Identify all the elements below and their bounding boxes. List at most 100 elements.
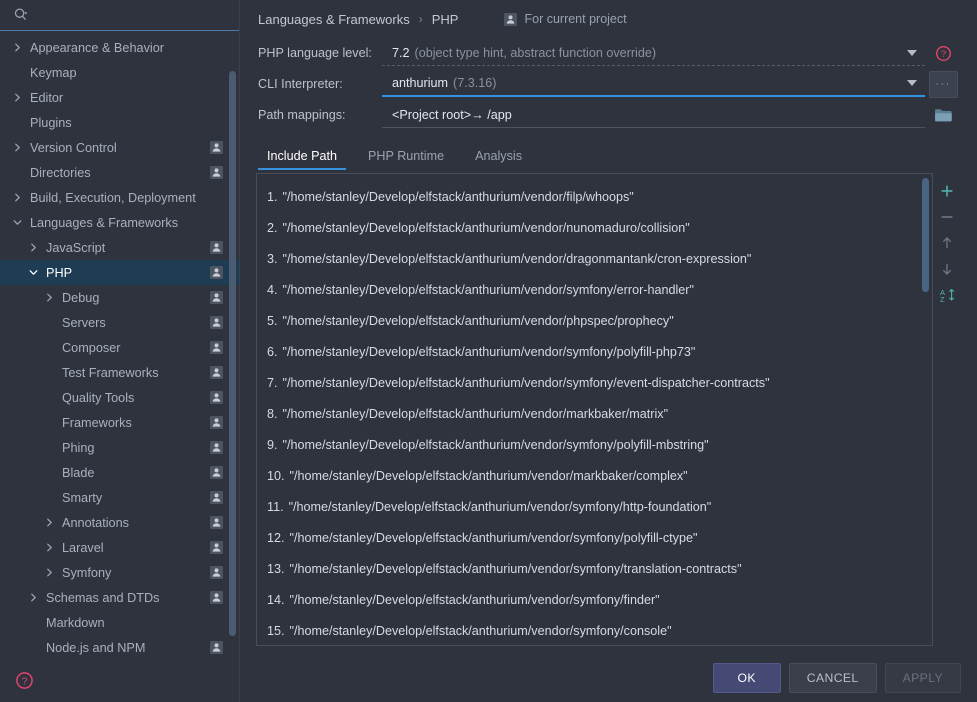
cancel-button[interactable]: CANCEL (788, 663, 877, 693)
sidebar-item-plugins[interactable]: Plugins (0, 110, 239, 135)
sidebar-item-label: PHP (46, 265, 73, 280)
include-path-item-index: 6. (267, 344, 278, 359)
tab-analysis[interactable]: Analysis (466, 149, 531, 170)
include-path-item[interactable]: 5. "/home/stanley/Develop/elfstack/anthur… (257, 305, 932, 336)
move-down-button[interactable] (935, 257, 959, 281)
folder-icon[interactable] (932, 105, 954, 125)
include-path-item[interactable]: 6. "/home/stanley/Develop/elfstack/anthur… (257, 336, 932, 367)
sidebar-item-smarty[interactable]: Smarty (0, 485, 239, 510)
chevron-right-icon[interactable] (26, 591, 40, 605)
sidebar-item-editor[interactable]: Editor (0, 85, 239, 110)
project-user-icon (504, 12, 518, 26)
settings-search-row[interactable] (0, 0, 239, 31)
include-path-item[interactable]: 13. "/home/stanley/Develop/elfstack/anthu… (257, 553, 932, 584)
include-path-item[interactable]: 3. "/home/stanley/Develop/elfstack/anthur… (257, 243, 932, 274)
include-path-scrollbar[interactable] (922, 178, 929, 641)
sidebar-item-annotations[interactable]: Annotations (0, 510, 239, 535)
sidebar-item-label: Symfony (62, 565, 112, 580)
include-path-item[interactable]: 2. "/home/stanley/Develop/elfstack/anthur… (257, 212, 932, 243)
sidebar-item-frameworks[interactable]: Frameworks (0, 410, 239, 435)
chevron-right-icon[interactable] (42, 541, 56, 555)
include-path-item[interactable]: 7. "/home/stanley/Develop/elfstack/anthur… (257, 367, 932, 398)
include-path-item[interactable]: 8. "/home/stanley/Develop/elfstack/anthur… (257, 398, 932, 429)
sidebar-item-javascript[interactable]: JavaScript (0, 235, 239, 260)
breadcrumb-root[interactable]: Languages & Frameworks (258, 12, 410, 27)
sidebar-scrollbar[interactable] (229, 67, 236, 658)
sidebar-item-symfony[interactable]: Symfony (0, 560, 239, 585)
cli-interpreter-select[interactable]: anthurium (7.3.16) (382, 71, 925, 97)
include-path-scrollbar-thumb[interactable] (922, 178, 929, 292)
settings-tree[interactable]: Appearance & Behavior Keymap Editor Plugins… (0, 31, 239, 658)
sidebar-item-composer[interactable]: Composer (0, 335, 239, 360)
sidebar-item-phing[interactable]: Phing (0, 435, 239, 460)
include-path-item[interactable]: 14. "/home/stanley/Develop/elfstack/anthu… (257, 584, 932, 615)
php-language-level-value: 7.2 (392, 45, 410, 60)
chevron-down-icon[interactable] (26, 266, 40, 280)
include-path-item[interactable]: 1. "/home/stanley/Develop/elfstack/anthur… (257, 181, 932, 212)
move-up-button[interactable] (935, 231, 959, 255)
sidebar-item-schemas-and-dtds[interactable]: Schemas and DTDs (0, 585, 239, 610)
remove-button[interactable] (935, 205, 959, 229)
chevron-down-icon[interactable] (10, 216, 24, 230)
sidebar-item-label: Languages & Frameworks (30, 215, 179, 230)
sidebar-scrollbar-thumb[interactable] (229, 71, 236, 636)
path-mappings-field[interactable]: <Project root>→ /app (382, 102, 925, 128)
sidebar-item-blade[interactable]: Blade (0, 460, 239, 485)
sidebar-item-label: Composer (62, 340, 121, 355)
tab-include-path[interactable]: Include Path (258, 149, 347, 170)
include-path-item[interactable]: 11. "/home/stanley/Develop/elfstack/anthu… (257, 491, 932, 522)
sidebar-item-laravel[interactable]: Laravel (0, 535, 239, 560)
php-settings-tabs[interactable]: Include Path PHP Runtime Analysis (256, 138, 961, 170)
sidebar-item-markdown[interactable]: Markdown (0, 610, 239, 635)
sidebar-item-quality-tools[interactable]: Quality Tools (0, 385, 239, 410)
chevron-right-icon[interactable] (10, 141, 24, 155)
help-circle-icon[interactable]: ? (15, 671, 34, 690)
include-path-item-index: 1. (267, 189, 278, 204)
chevron-down-icon[interactable] (907, 80, 917, 86)
chevron-right-icon[interactable] (10, 91, 24, 105)
sidebar-item-languages-frameworks[interactable]: Languages & Frameworks (0, 210, 239, 235)
chevron-right-icon[interactable] (10, 191, 24, 205)
project-scope-icon (210, 516, 223, 529)
include-path-item[interactable]: 4. "/home/stanley/Develop/elfstack/anthur… (257, 274, 932, 305)
search-icon[interactable] (12, 6, 30, 24)
sidebar-item-directories[interactable]: Directories (0, 160, 239, 185)
include-path-item[interactable]: 12. "/home/stanley/Develop/elfstack/anthu… (257, 522, 932, 553)
sidebar-item-build-execution-deployment[interactable]: Build, Execution, Deployment (0, 185, 239, 210)
include-path-toolbar[interactable]: AZ (933, 173, 961, 646)
php-language-level-help[interactable]: ? (925, 40, 961, 66)
sort-button[interactable]: AZ (935, 283, 959, 307)
sidebar-item-php[interactable]: PHP (0, 260, 239, 285)
include-path-item[interactable]: 10. "/home/stanley/Develop/elfstack/anthu… (257, 460, 932, 491)
chevron-right-icon[interactable] (42, 516, 56, 530)
chevron-down-icon[interactable] (907, 49, 917, 56)
sidebar-item-version-control[interactable]: Version Control (0, 135, 239, 160)
chevron-right-icon[interactable] (42, 566, 56, 580)
chevron-right-icon[interactable] (26, 241, 40, 255)
sidebar-item-test-frameworks[interactable]: Test Frameworks (0, 360, 239, 385)
include-path-list[interactable]: 1. "/home/stanley/Develop/elfstack/anthur… (256, 173, 933, 646)
chevron-right-icon[interactable] (10, 41, 24, 55)
sidebar-item-keymap[interactable]: Keymap (0, 60, 239, 85)
sidebar-item-label: Directories (30, 165, 91, 180)
tab-php-runtime[interactable]: PHP Runtime (359, 149, 453, 170)
project-scope-icon (210, 541, 223, 554)
settings-sidebar: Appearance & Behavior Keymap Editor Plugins… (0, 0, 240, 702)
sidebar-item-debug[interactable]: Debug (0, 285, 239, 310)
help-circle-icon[interactable]: ? (935, 45, 952, 62)
cli-interpreter-browse-button[interactable]: ··· (928, 70, 958, 98)
chevron-right-icon[interactable] (42, 291, 56, 305)
ok-button[interactable]: OK (712, 663, 781, 693)
php-language-level-select[interactable]: 7.2 (object type hint, abstract function… (382, 40, 925, 66)
add-button[interactable] (935, 179, 959, 203)
cli-interpreter-value: anthurium (392, 76, 449, 90)
include-path-item[interactable]: 9. "/home/stanley/Develop/elfstack/anthur… (257, 429, 932, 460)
sidebar-item-appearance-behavior[interactable]: Appearance & Behavior (0, 35, 239, 60)
include-path-item-index: 14. (267, 592, 285, 607)
cli-interpreter-row: CLI Interpreter: anthurium (7.3.16) ··· (256, 69, 961, 99)
sidebar-item-node-js-and-npm[interactable]: Node.js and NPM (0, 635, 239, 658)
sidebar-item-servers[interactable]: Servers (0, 310, 239, 335)
php-language-level-hint: (object type hint, abstract function ove… (414, 45, 657, 60)
include-path-item[interactable]: 15. "/home/stanley/Develop/elfstack/anthu… (257, 615, 932, 645)
apply-button[interactable]: APPLY (884, 663, 961, 693)
